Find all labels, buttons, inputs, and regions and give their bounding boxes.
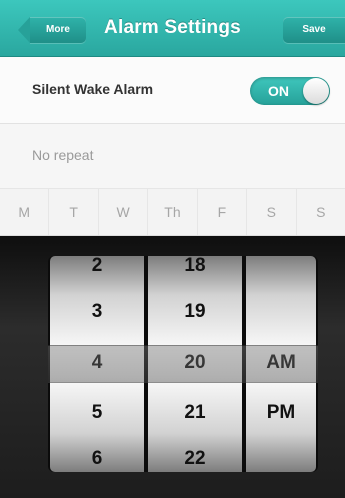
silent-wake-toggle[interactable]: ON — [250, 77, 330, 105]
minute-option[interactable]: 18 — [148, 256, 242, 277]
day-selector: M T W Th F S S — [0, 189, 345, 236]
hour-option[interactable]: 3 — [50, 301, 144, 323]
day-sunday[interactable]: S — [297, 189, 345, 235]
repeat-row[interactable]: No repeat — [0, 124, 345, 189]
minute-option[interactable]: 19 — [148, 301, 242, 323]
day-thursday[interactable]: Th — [148, 189, 198, 235]
hour-option[interactable]: 2 — [50, 256, 144, 277]
hour-option[interactable]: 6 — [50, 448, 144, 470]
day-friday[interactable]: F — [198, 189, 248, 235]
day-saturday[interactable]: S — [247, 189, 297, 235]
selection-indicator — [48, 345, 318, 383]
hour-option[interactable]: 5 — [50, 402, 144, 424]
meridiem-option[interactable]: PM — [246, 402, 316, 424]
navigation-bar: More Alarm Settings Save — [0, 0, 345, 57]
minute-option[interactable]: 22 — [148, 448, 242, 470]
time-picker: 2 3 4 5 6 18 19 20 21 22 AM PM — [48, 256, 318, 472]
minute-option[interactable]: 21 — [148, 402, 242, 424]
day-monday[interactable]: M — [0, 189, 50, 235]
day-tuesday[interactable]: T — [49, 189, 99, 235]
repeat-label: No repeat — [32, 147, 94, 163]
day-wednesday[interactable]: W — [99, 189, 149, 235]
toggle-knob[interactable] — [303, 78, 329, 104]
silent-wake-alarm-row: Silent Wake Alarm ON — [0, 57, 345, 124]
silent-wake-alarm-label: Silent Wake Alarm — [32, 81, 154, 97]
save-button[interactable]: Save — [283, 17, 345, 43]
toggle-on-label: ON — [268, 83, 289, 99]
